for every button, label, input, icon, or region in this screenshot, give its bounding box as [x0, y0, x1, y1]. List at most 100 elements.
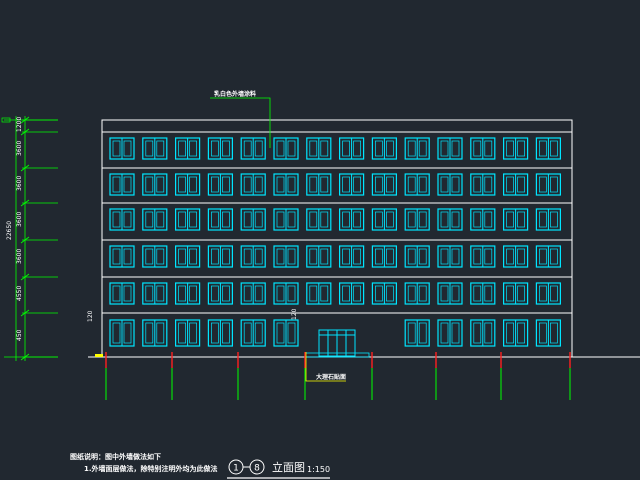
floor-height-dimension: 3600 — [16, 212, 23, 227]
floor-height-dimension: 3600 — [16, 141, 23, 156]
window-sash — [123, 285, 132, 302]
entrance-door — [318, 329, 356, 357]
window-sash — [178, 176, 186, 193]
window-sash — [287, 176, 296, 193]
window-sash — [287, 285, 296, 302]
window-sash — [309, 211, 318, 228]
window-sash — [178, 322, 186, 344]
window-sash — [539, 322, 547, 344]
window-sash — [386, 248, 394, 265]
window-sash — [276, 176, 285, 193]
window-sash — [539, 248, 547, 265]
window-sash — [254, 248, 263, 265]
window-sash — [386, 211, 394, 228]
window-sash — [309, 140, 318, 157]
window-sash — [484, 211, 493, 228]
window-sash — [112, 211, 121, 228]
window-sash — [254, 211, 263, 228]
window-sash — [222, 248, 230, 265]
window-sash — [418, 211, 427, 228]
window-sash — [211, 248, 219, 265]
window-sash — [178, 285, 186, 302]
window-sash — [156, 248, 165, 265]
window-sash — [353, 211, 361, 228]
window-sash — [440, 248, 449, 265]
window-sash — [211, 211, 219, 228]
window-sash — [550, 140, 558, 157]
window-sash — [145, 176, 154, 193]
note-line-2: 1.外墙面层做法，除特别注明外均为此做法 — [84, 465, 218, 473]
window-sash — [440, 285, 449, 302]
window-sash — [473, 285, 482, 302]
window-sash — [276, 248, 285, 265]
window-sash — [517, 285, 525, 302]
window-grid — [109, 137, 562, 347]
window-sash — [484, 285, 493, 302]
window-sash — [222, 140, 230, 157]
window-sash — [189, 285, 197, 302]
window-sash — [320, 140, 329, 157]
window-sash — [222, 322, 230, 344]
window-sash — [418, 140, 427, 157]
window-sash — [123, 211, 132, 228]
window-sash — [309, 285, 318, 302]
window-sash — [550, 176, 558, 193]
window-sash — [287, 140, 296, 157]
window-sash — [156, 140, 165, 157]
window-sash — [112, 285, 121, 302]
window-sash — [243, 248, 252, 265]
elevation-mark-left: 120 — [87, 310, 94, 322]
window-sash — [517, 248, 525, 265]
window-sash — [145, 211, 154, 228]
window-sash — [451, 248, 460, 265]
window-sash — [222, 176, 230, 193]
window-sash — [407, 285, 416, 302]
window-sash — [112, 140, 121, 157]
window-sash — [386, 140, 394, 157]
window-sash — [484, 322, 493, 344]
floor-height-dimension: 3600 — [16, 176, 23, 191]
window-sash — [353, 140, 361, 157]
window-sash — [517, 211, 525, 228]
window-sash — [243, 211, 252, 228]
window-sash — [145, 140, 154, 157]
window-sash — [243, 140, 252, 157]
window-sash — [112, 248, 121, 265]
window-sash — [484, 248, 493, 265]
window-sash — [375, 211, 383, 228]
window-sash — [506, 211, 514, 228]
window-sash — [309, 248, 318, 265]
window-sash — [320, 176, 329, 193]
window-sash — [473, 248, 482, 265]
window-sash — [145, 322, 154, 344]
elevation-drawing: 1200 3600 3600 3600 3600 4550 450 22650 120 120… — [1, 90, 640, 479]
window-sash — [375, 176, 383, 193]
title-axis-start: 1 — [233, 464, 239, 474]
window-sash — [451, 285, 460, 302]
window-sash — [243, 322, 252, 344]
window-sash — [211, 176, 219, 193]
floor-height-dimension: 450 — [16, 329, 23, 341]
window-sash — [386, 176, 394, 193]
window-sash — [506, 322, 514, 344]
window-sash — [342, 211, 350, 228]
window-sash — [211, 140, 219, 157]
window-sash — [550, 322, 558, 344]
window-sash — [440, 322, 449, 344]
window-sash — [123, 140, 132, 157]
window-sash — [440, 140, 449, 157]
window-sash — [473, 322, 482, 344]
window-sash — [506, 140, 514, 157]
wall-finish-leader — [210, 97, 271, 148]
window-sash — [506, 285, 514, 302]
window-sash — [386, 285, 394, 302]
window-sash — [451, 176, 460, 193]
window-sash — [517, 322, 525, 344]
window-sash — [440, 211, 449, 228]
wall-finish-callout: 乳白色外墙涂料 — [214, 90, 256, 98]
window-sash — [156, 176, 165, 193]
window-sash — [276, 211, 285, 228]
window-sash — [418, 248, 427, 265]
left-dimension-chain: 1200 3600 3600 3600 3600 4550 450 22650 — [1, 116, 58, 361]
elevation-mark-center: 120 — [291, 308, 298, 320]
